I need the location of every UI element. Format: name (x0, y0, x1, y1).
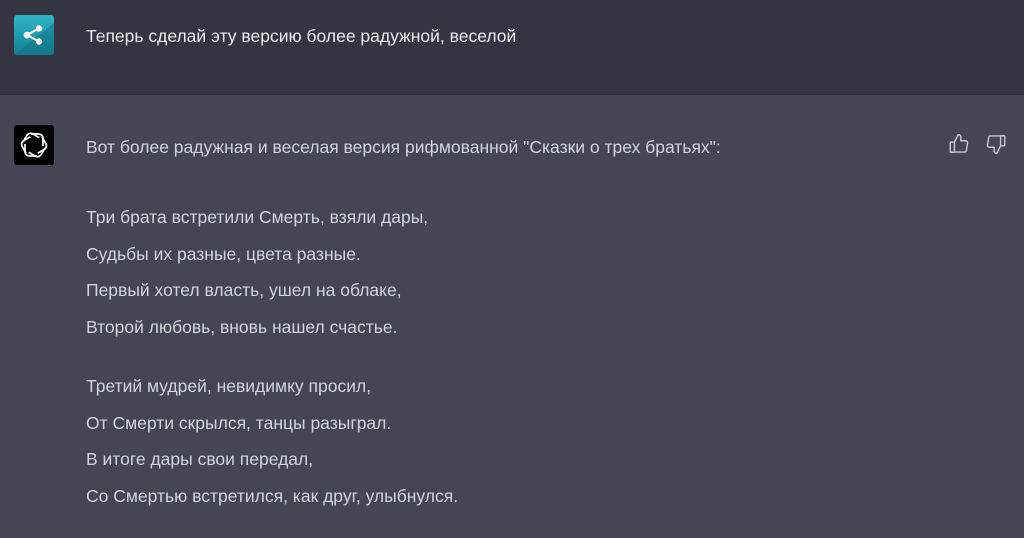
poem-line: Первый хотел власть, ушел на облаке, (86, 280, 402, 300)
poem-line: Второй любовь, вновь нашел счастье. (86, 316, 398, 337)
poem-line: Три брата встретили Смерть, взяли дары, (86, 207, 429, 227)
poem-stanza-2: Третий мудрей, невидимку просил, От Смер… (86, 368, 458, 514)
openai-logo-icon (20, 132, 48, 158)
thumbs-up-button[interactable] (948, 133, 970, 155)
share-arrows-icon (14, 23, 54, 55)
poem-line: Со Смертью встретился, как друг, улыбнул… (86, 485, 459, 506)
assistant-intro-text: Вот более радужная и веселая версия рифм… (86, 137, 721, 157)
assistant-message-row: Вот более радужная и веселая версия рифм… (0, 95, 1024, 538)
assistant-avatar (14, 125, 54, 165)
thumbs-up-icon (949, 134, 969, 153)
user-message-row: Теперь сделай эту версию более радужной,… (0, 0, 1024, 95)
poem-line: В итоге дары свои передал, (86, 449, 314, 469)
user-message-text: Теперь сделай эту версию более радужной,… (86, 26, 517, 46)
poem-line: Третий мудрей, невидимку просил, (86, 376, 372, 396)
user-avatar (14, 15, 54, 55)
thumbs-down-icon (986, 135, 1006, 154)
thumbs-down-button[interactable] (985, 133, 1007, 155)
poem-stanza-1: Три брата встретили Смерть, взяли дары, … (86, 199, 428, 345)
poem-line: От Смерти скрылся, танцы разыграл. (86, 412, 392, 433)
poem-line: Судьбы их разные, цвета разные. (86, 243, 361, 264)
